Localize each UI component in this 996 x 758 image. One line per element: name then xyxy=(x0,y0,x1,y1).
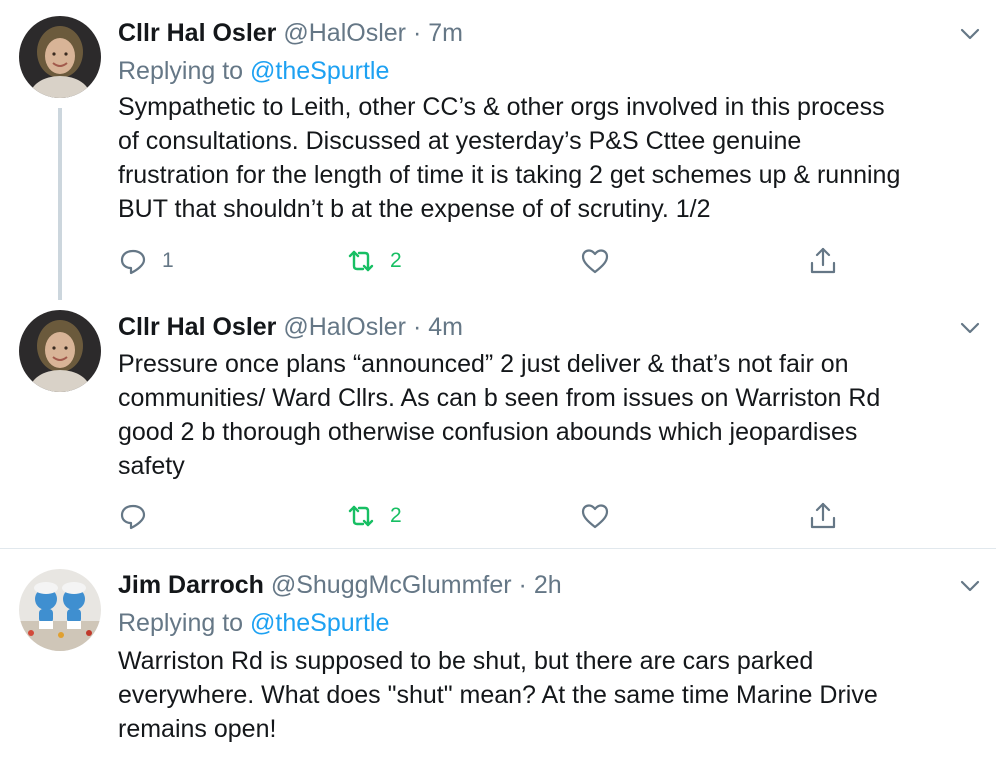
heart-icon xyxy=(581,504,609,529)
tweet-text-line: good 2 b thorough otherwise confusion ab… xyxy=(118,418,858,446)
tweet-actions: 2 xyxy=(118,498,848,534)
tweet-text-line: BUT that shouldn’t b at the expense of o… xyxy=(118,195,711,223)
author-handle[interactable]: @ShuggMcGlummfer xyxy=(271,571,512,599)
share-button[interactable] xyxy=(808,243,838,279)
replying-to: Replying to @theSpurtle xyxy=(118,56,389,86)
tweet-header: Cllr Hal Osler @HalOsler · 4m xyxy=(118,312,463,342)
mention-link[interactable]: @theSpurtle xyxy=(250,609,389,637)
tweet-header: Jim Darroch @ShuggMcGlummfer · 2h xyxy=(118,570,562,600)
separator-dot: · xyxy=(412,19,422,47)
reply-count: 1 xyxy=(162,249,174,272)
tweet-actions: 1 2 xyxy=(118,243,848,279)
more-options-button[interactable] xyxy=(958,574,982,598)
reply-icon xyxy=(120,249,146,275)
tweet-1[interactable]: Cllr Hal Osler @HalOsler · 7m Replying t… xyxy=(0,0,996,300)
chevron-down-icon xyxy=(960,28,980,40)
replying-to-label: Replying to xyxy=(118,57,244,85)
retweet-count: 2 xyxy=(390,504,402,527)
retweet-icon xyxy=(348,505,374,527)
tweet-text-line: everywhere. What does "shut" mean? At th… xyxy=(118,681,878,709)
tweet-text-line: frustration for the length of time it is… xyxy=(118,161,901,189)
heart-icon xyxy=(581,249,609,274)
chevron-down-icon xyxy=(960,322,980,334)
separator-dot: · xyxy=(518,571,527,599)
timestamp[interactable]: 2h xyxy=(534,571,562,599)
tweet-text-line: communities/ Ward Cllrs. As can b seen f… xyxy=(118,384,881,412)
mention-link[interactable]: @theSpurtle xyxy=(250,57,389,85)
more-options-button[interactable] xyxy=(958,22,982,46)
tweet-text-line: Sympathetic to Leith, other CC’s & other… xyxy=(118,93,885,121)
timestamp[interactable]: 4m xyxy=(428,313,463,341)
replying-to: Replying to @theSpurtle xyxy=(118,608,389,638)
retweet-button[interactable]: 2 xyxy=(346,243,402,279)
share-icon xyxy=(810,247,836,274)
tweet-text-line: Pressure once plans “announced” 2 just d… xyxy=(118,350,849,378)
reply-icon xyxy=(120,504,146,530)
retweet-count: 2 xyxy=(390,249,402,272)
share-button[interactable] xyxy=(808,498,838,534)
tweet-2[interactable]: Cllr Hal Osler @HalOsler · 4m Pressure o… xyxy=(0,300,996,548)
avatar[interactable] xyxy=(19,16,101,98)
reply-button[interactable]: 1 xyxy=(118,243,174,279)
more-options-button[interactable] xyxy=(958,316,982,340)
like-button[interactable] xyxy=(580,498,624,534)
tweet-text: Pressure once plans “announced” 2 just d… xyxy=(118,347,978,483)
like-button[interactable] xyxy=(580,243,624,279)
tweet-text: Warriston Rd is supposed to be shut, but… xyxy=(118,644,978,746)
timestamp[interactable]: 7m xyxy=(428,19,463,47)
replying-to-label: Replying to xyxy=(118,609,244,637)
retweet-icon xyxy=(348,250,374,272)
tweet-text-line: safety xyxy=(118,452,185,480)
tweet-text: Sympathetic to Leith, other CC’s & other… xyxy=(118,90,978,226)
retweet-button[interactable]: 2 xyxy=(346,498,402,534)
tweet-text-line: of consultations. Discussed at yesterday… xyxy=(118,127,802,155)
thread-line xyxy=(58,108,62,300)
author-name[interactable]: Cllr Hal Osler xyxy=(118,313,276,341)
author-name[interactable]: Jim Darroch xyxy=(118,571,264,599)
author-handle[interactable]: @HalOsler xyxy=(283,19,406,47)
tweet-header: Cllr Hal Osler @HalOsler · 7m xyxy=(118,18,463,48)
tweet-3[interactable]: Jim Darroch @ShuggMcGlummfer · 2h Replyi… xyxy=(0,549,996,758)
author-name[interactable]: Cllr Hal Osler xyxy=(118,19,276,47)
separator-dot: · xyxy=(412,313,422,341)
share-icon xyxy=(810,502,836,529)
avatar[interactable] xyxy=(19,310,101,392)
tweet-text-line: remains open! xyxy=(118,715,277,743)
avatar[interactable] xyxy=(19,569,101,651)
author-handle[interactable]: @HalOsler xyxy=(283,313,406,341)
reply-button[interactable] xyxy=(118,498,162,534)
tweet-text-line: Warriston Rd is supposed to be shut, but… xyxy=(118,647,814,675)
chevron-down-icon xyxy=(960,580,980,592)
